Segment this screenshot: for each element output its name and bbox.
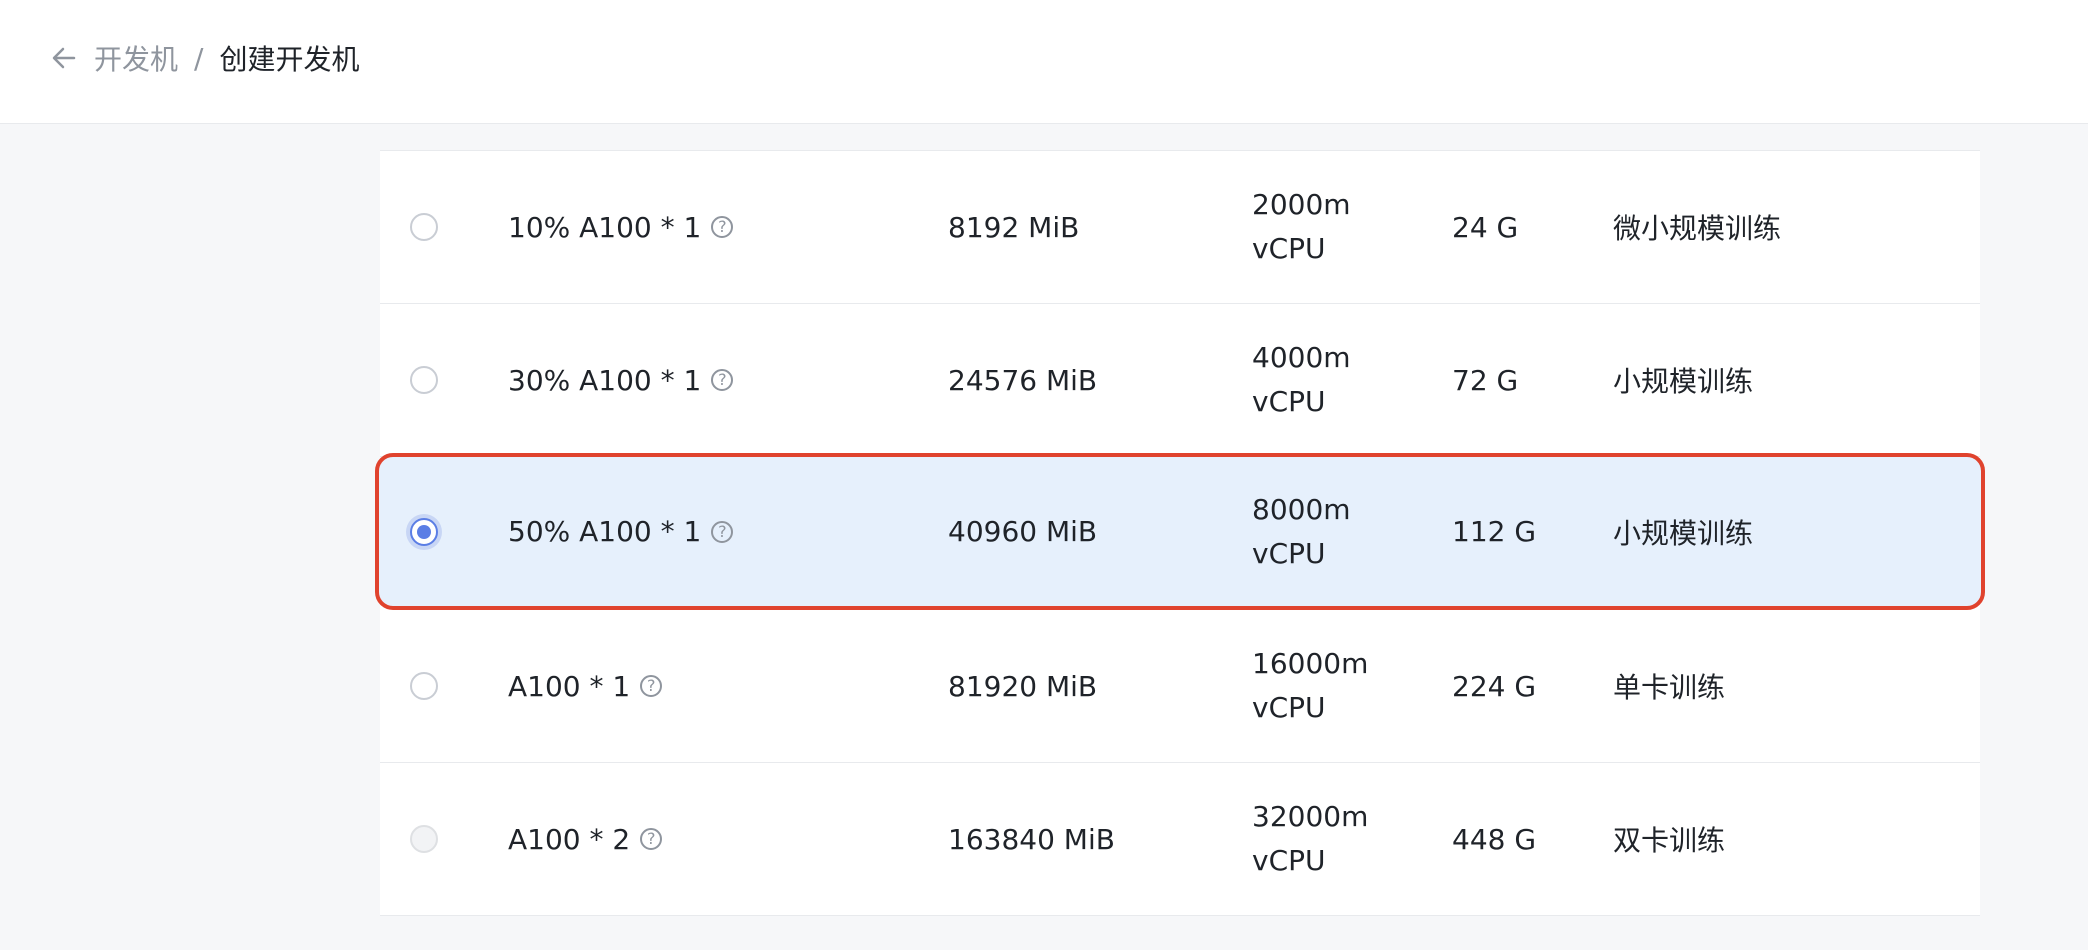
usage-value: 小规模训练 — [1613, 365, 1754, 398]
table-row[interactable]: 30% A100 * 1 ? 24576 MiB 4000m vCPU 72 G… — [380, 304, 1980, 457]
cpu-amount: 16000m — [1252, 647, 1369, 680]
breadcrumb-separator: / — [194, 41, 204, 75]
spec-label: 30% A100 * 1 — [508, 363, 702, 397]
cpu-cell: 16000m vCPU — [1252, 610, 1368, 762]
spec-radio-disabled — [410, 825, 438, 853]
disk-value: 224 G — [1452, 669, 1537, 703]
spec-label: 10% A100 * 1 — [508, 210, 702, 244]
table-row[interactable]: A100 * 1 ? 81920 MiB 16000m vCPU 224 G 单… — [380, 610, 1980, 763]
radio-cell — [410, 610, 438, 762]
table-header-edge — [380, 124, 1980, 151]
memory-value: 163840 MiB — [948, 822, 1115, 856]
cpu-amount: 4000m — [1252, 341, 1351, 374]
cpu-cell: 32000m vCPU — [1252, 763, 1368, 915]
cpu-unit: vCPU — [1252, 691, 1326, 724]
memory-value: 81920 MiB — [948, 669, 1098, 703]
spec-radio-checked[interactable] — [410, 517, 438, 546]
breadcrumb-parent-link[interactable]: 开发机 — [94, 38, 178, 78]
help-icon[interactable]: ? — [640, 828, 663, 850]
disk-value: 24 G — [1452, 210, 1519, 244]
usage-value: 微小规模训练 — [1613, 212, 1782, 245]
cpu-cell: 8000m vCPU — [1252, 457, 1351, 606]
spec-cell: 50% A100 * 1 ? — [508, 457, 734, 606]
cpu-amount: 2000m — [1252, 188, 1351, 221]
arrow-left-icon[interactable] — [50, 44, 78, 72]
radio-cell — [410, 151, 438, 303]
spec-cell: A100 * 2 ? — [508, 763, 663, 915]
spec-cell: 30% A100 * 1 ? — [508, 304, 734, 456]
table-row[interactable]: 10% A100 * 1 ? 8192 MiB 2000m vCPU 24 G … — [380, 151, 1980, 304]
spec-radio[interactable] — [410, 366, 438, 394]
spec-cell: 10% A100 * 1 ? — [508, 151, 734, 303]
radio-cell — [410, 457, 438, 606]
spec-radio[interactable] — [410, 672, 438, 700]
memory-value: 24576 MiB — [948, 363, 1098, 397]
page-header: 开发机 / 创建开发机 — [0, 0, 2088, 124]
radio-cell — [410, 304, 438, 456]
help-icon[interactable]: ? — [640, 675, 663, 697]
resource-spec-table: 10% A100 * 1 ? 8192 MiB 2000m vCPU 24 G … — [375, 124, 1985, 916]
cpu-unit: vCPU — [1252, 385, 1326, 418]
breadcrumb: 开发机 / 创建开发机 — [50, 38, 359, 78]
memory-value: 8192 MiB — [948, 210, 1080, 244]
usage-value: 单卡训练 — [1613, 671, 1726, 704]
usage-value: 小规模训练 — [1613, 516, 1754, 550]
table-row-disabled: A100 * 2 ? 163840 MiB 32000m vCPU 448 G … — [380, 763, 1980, 916]
help-icon[interactable]: ? — [711, 520, 734, 543]
table-row-selected[interactable]: 50% A100 * 1 ? 40960 MiB 8000m vCPU 112 … — [375, 453, 1985, 610]
disk-value: 72 G — [1452, 363, 1519, 397]
usage-value: 双卡训练 — [1613, 824, 1726, 857]
radio-cell — [410, 763, 438, 915]
cpu-amount: 8000m — [1252, 492, 1351, 526]
cpu-unit: vCPU — [1252, 536, 1326, 570]
cpu-cell: 2000m vCPU — [1252, 151, 1351, 303]
spec-label: A100 * 2 — [508, 822, 631, 856]
spec-radio[interactable] — [410, 213, 438, 241]
help-icon[interactable]: ? — [711, 216, 734, 238]
spec-label: A100 * 1 — [508, 669, 631, 703]
help-icon[interactable]: ? — [711, 369, 734, 391]
cpu-cell: 4000m vCPU — [1252, 304, 1351, 456]
disk-value: 112 G — [1452, 515, 1537, 548]
breadcrumb-current: 创建开发机 — [219, 43, 360, 76]
cpu-amount: 32000m — [1252, 800, 1369, 833]
cpu-unit: vCPU — [1252, 232, 1326, 265]
memory-value: 40960 MiB — [948, 515, 1098, 548]
cpu-unit: vCPU — [1252, 844, 1326, 877]
disk-value: 448 G — [1452, 822, 1537, 856]
spec-label: 50% A100 * 1 — [508, 515, 702, 548]
spec-cell: A100 * 1 ? — [508, 610, 663, 762]
